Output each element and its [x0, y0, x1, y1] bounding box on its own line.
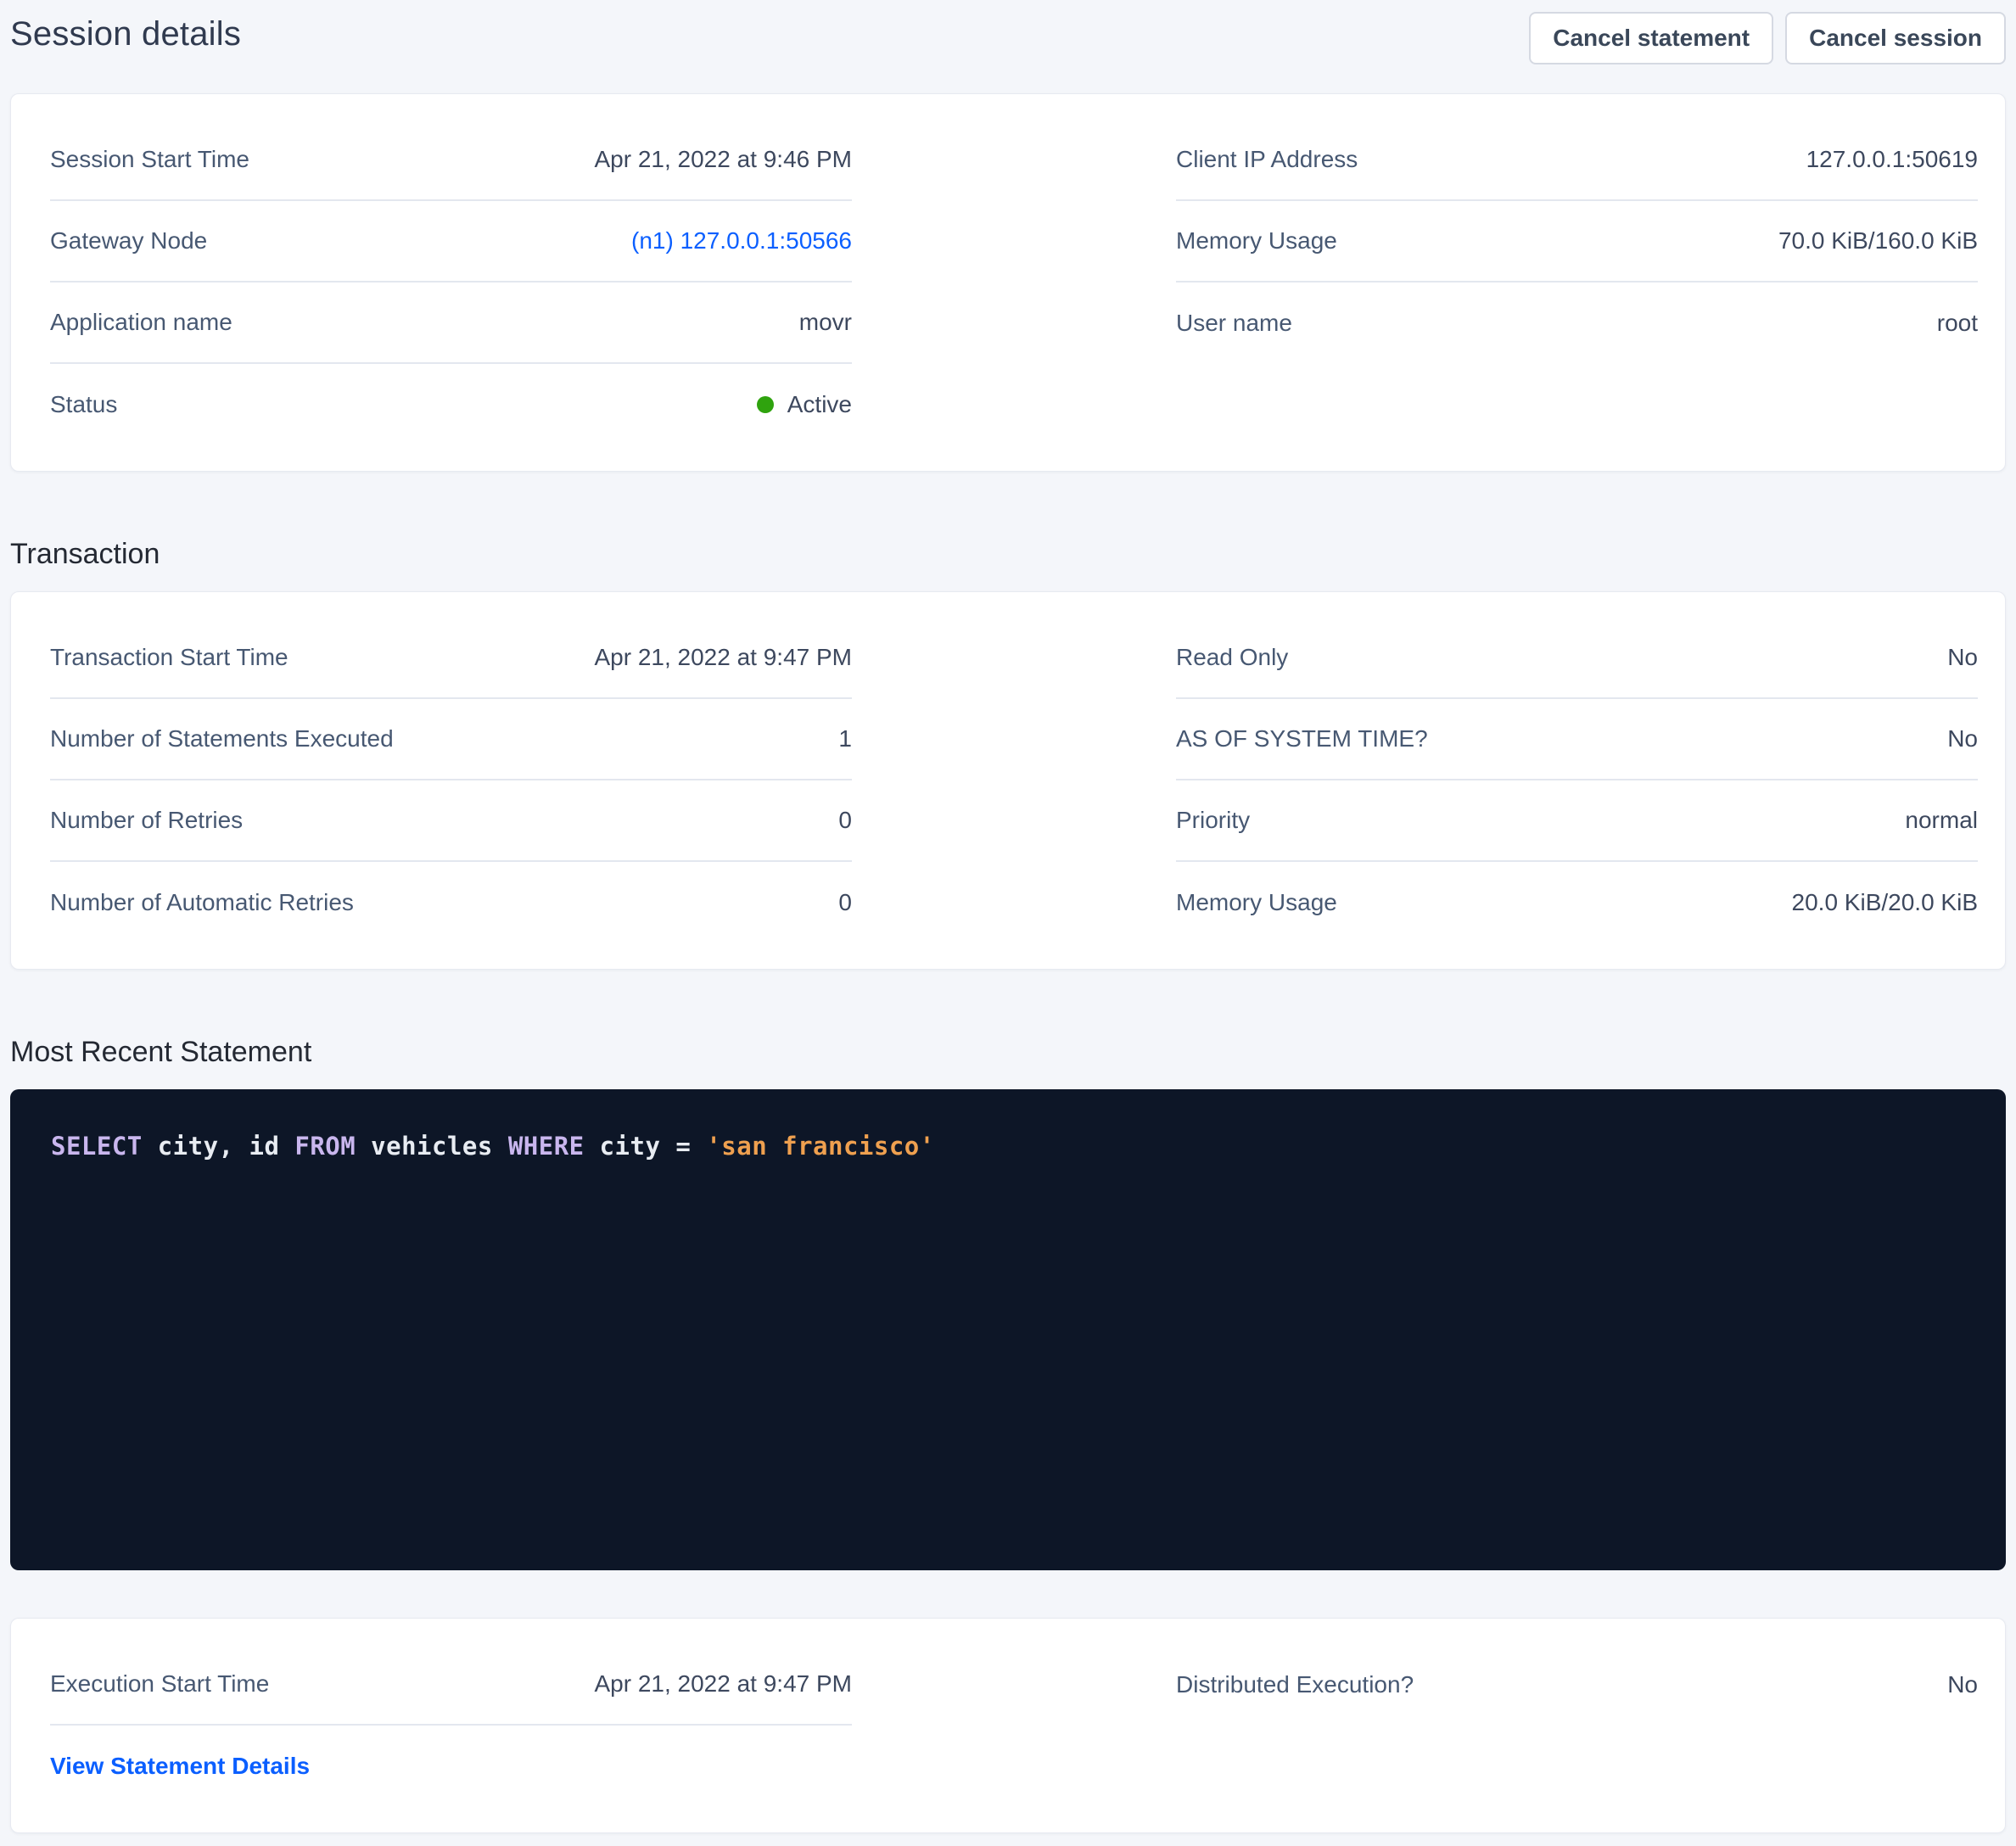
sql-statement-box: SELECT city, id FROM vehicles WHERE city…	[10, 1089, 2006, 1570]
sql-keyword-from: FROM	[294, 1132, 356, 1161]
row-label: Number of Automatic Retries	[50, 889, 354, 916]
row-distributed-execution: Distributed Execution? No	[1176, 1644, 1978, 1726]
row-read-only: Read Only No	[1176, 618, 1978, 699]
row-label: AS OF SYSTEM TIME?	[1176, 725, 1428, 752]
status-text: Active	[787, 391, 852, 418]
row-value: normal	[1905, 807, 1978, 834]
row-label: Client IP Address	[1176, 146, 1358, 173]
row-label: Distributed Execution?	[1176, 1671, 1414, 1698]
row-value: No	[1947, 725, 1978, 752]
row-value: 20.0 KiB/20.0 KiB	[1792, 889, 1978, 916]
row-value: No	[1947, 1671, 1978, 1698]
row-value: 127.0.0.1:50619	[1806, 146, 1978, 173]
row-label: Memory Usage	[1176, 889, 1337, 916]
sql-keyword-where: WHERE	[508, 1132, 585, 1161]
row-label: Gateway Node	[50, 227, 207, 255]
row-execution-start-time: Execution Start Time Apr 21, 2022 at 9:4…	[50, 1644, 852, 1726]
row-label: Number of Statements Executed	[50, 725, 394, 752]
row-value: 1	[838, 725, 852, 752]
execution-card: Execution Start Time Apr 21, 2022 at 9:4…	[10, 1618, 2006, 1833]
row-label: Execution Start Time	[50, 1670, 269, 1698]
page-header: Session details Cancel statement Cancel …	[10, 12, 2006, 64]
row-label: Transaction Start Time	[50, 644, 288, 671]
sql-text: city =	[585, 1132, 707, 1161]
row-value: Apr 21, 2022 at 9:46 PM	[594, 146, 852, 173]
sql-text: vehicles	[356, 1132, 508, 1161]
row-label: Session Start Time	[50, 146, 249, 173]
row-value: 0	[838, 807, 852, 834]
sql-statement-line: SELECT city, id FROM vehicles WHERE city…	[51, 1132, 1965, 1161]
page-title: Session details	[10, 12, 241, 53]
execution-right-column: Distributed Execution? No	[1176, 1644, 1978, 1726]
row-value: movr	[799, 309, 852, 336]
row-transaction-start-time: Transaction Start Time Apr 21, 2022 at 9…	[50, 618, 852, 699]
session-summary-card: Session Start Time Apr 21, 2022 at 9:46 …	[10, 93, 2006, 472]
row-number-of-retries: Number of Retries 0	[50, 780, 852, 862]
row-gateway-node: Gateway Node (n1) 127.0.0.1:50566	[50, 201, 852, 282]
view-statement-details-link[interactable]: View Statement Details	[50, 1753, 310, 1780]
sql-keyword-select: SELECT	[51, 1132, 143, 1161]
row-value: Apr 21, 2022 at 9:47 PM	[594, 644, 852, 671]
most-recent-statement-heading: Most Recent Statement	[10, 1036, 2006, 1069]
row-priority: Priority normal	[1176, 780, 1978, 862]
status-badge: Active	[757, 391, 852, 418]
row-as-of-system-time: AS OF SYSTEM TIME? No	[1176, 699, 1978, 780]
row-value: 0	[838, 889, 852, 916]
transaction-card: Transaction Start Time Apr 21, 2022 at 9…	[10, 591, 2006, 970]
transaction-heading: Transaction	[10, 538, 2006, 571]
row-session-start-time: Session Start Time Apr 21, 2022 at 9:46 …	[50, 120, 852, 201]
row-value: 70.0 KiB/160.0 KiB	[1778, 227, 1978, 255]
view-statement-details-row: View Statement Details	[50, 1726, 852, 1807]
row-label: Priority	[1176, 807, 1250, 834]
cancel-session-button[interactable]: Cancel session	[1785, 12, 2006, 64]
row-client-ip-address: Client IP Address 127.0.0.1:50619	[1176, 120, 1978, 201]
cancel-statement-button[interactable]: Cancel statement	[1529, 12, 1773, 64]
row-memory-usage: Memory Usage 70.0 KiB/160.0 KiB	[1176, 201, 1978, 282]
row-label: User name	[1176, 310, 1292, 337]
row-user-name: User name root	[1176, 282, 1978, 364]
session-details-page: Session details Cancel statement Cancel …	[0, 0, 2016, 1846]
transaction-left-column: Transaction Start Time Apr 21, 2022 at 9…	[50, 618, 852, 943]
header-actions: Cancel statement Cancel session	[1529, 12, 2006, 64]
row-label: Memory Usage	[1176, 227, 1337, 255]
sql-string-literal: 'san francisco'	[706, 1132, 934, 1161]
status-active-dot-icon	[757, 396, 774, 413]
row-transaction-memory-usage: Memory Usage 20.0 KiB/20.0 KiB	[1176, 862, 1978, 943]
row-application-name: Application name movr	[50, 282, 852, 364]
row-statements-executed: Number of Statements Executed 1	[50, 699, 852, 780]
row-automatic-retries: Number of Automatic Retries 0	[50, 862, 852, 943]
row-label: Number of Retries	[50, 807, 243, 834]
session-summary-left-column: Session Start Time Apr 21, 2022 at 9:46 …	[50, 120, 852, 445]
execution-left-column: Execution Start Time Apr 21, 2022 at 9:4…	[50, 1644, 852, 1807]
row-value: No	[1947, 644, 1978, 671]
row-value: root	[1937, 310, 1978, 337]
transaction-right-column: Read Only No AS OF SYSTEM TIME? No Prior…	[1176, 618, 1978, 943]
session-summary-right-column: Client IP Address 127.0.0.1:50619 Memory…	[1176, 120, 1978, 364]
sql-text: city, id	[143, 1132, 295, 1161]
row-label: Status	[50, 391, 117, 418]
row-value: Apr 21, 2022 at 9:47 PM	[594, 1670, 852, 1698]
gateway-node-link[interactable]: (n1) 127.0.0.1:50566	[631, 227, 852, 255]
row-label: Application name	[50, 309, 232, 336]
row-label: Read Only	[1176, 644, 1288, 671]
row-status: Status Active	[50, 364, 852, 445]
